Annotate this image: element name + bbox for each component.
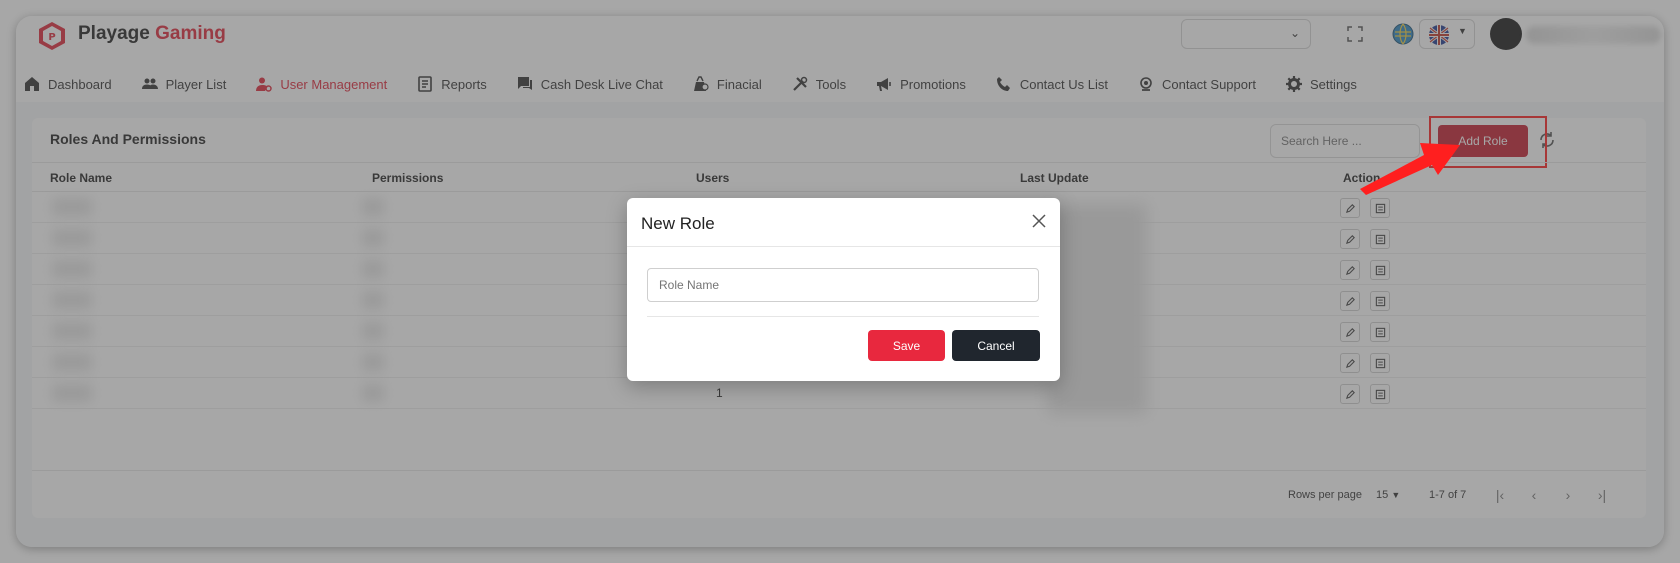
annotation-arrow-icon xyxy=(1360,143,1460,195)
modal-title: New Role xyxy=(641,214,715,233)
divider xyxy=(627,246,1060,247)
divider xyxy=(647,316,1039,317)
cancel-button[interactable]: Cancel xyxy=(952,330,1040,361)
new-role-modal: New Role Save Cancel xyxy=(627,198,1060,381)
close-icon[interactable] xyxy=(1030,212,1048,230)
role-name-input[interactable] xyxy=(647,268,1039,302)
save-button[interactable]: Save xyxy=(868,330,945,361)
